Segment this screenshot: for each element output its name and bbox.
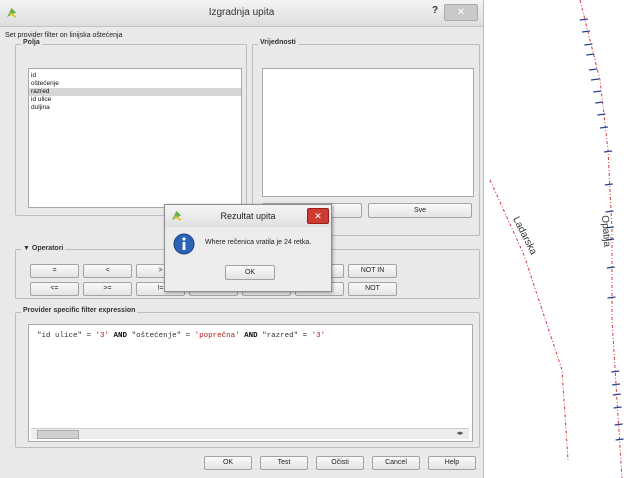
damage-marker xyxy=(584,43,593,46)
filter-caption: Set provider filter on linijska oštećenj… xyxy=(5,32,123,39)
popup-close-button[interactable]: ✕ xyxy=(307,208,329,224)
fields-list[interactable]: id oštećenje razred id ulice duljina xyxy=(28,68,242,208)
operator-button[interactable]: NOT IN xyxy=(348,264,397,278)
horizontal-scrollbar[interactable]: ◂▸ xyxy=(31,428,469,439)
field-item[interactable]: oštećenje xyxy=(29,80,241,88)
expression-group-label: Provider specific filter expression xyxy=(21,307,138,314)
dialog-title: Izgradnja upita xyxy=(208,7,275,18)
damage-marker xyxy=(605,210,614,213)
street-label-opatija: Opatija xyxy=(599,215,613,248)
road-line-ladarska xyxy=(489,179,569,461)
damage-marker xyxy=(588,68,598,71)
damage-marker xyxy=(607,296,616,299)
expression-text: "id ulice" = '3' AND "oštećenje" = 'popr… xyxy=(37,332,325,340)
help-button[interactable]: ? xyxy=(428,5,442,19)
all-button[interactable]: Sve xyxy=(368,203,472,218)
operators-group-label: ▼ Operatori xyxy=(21,245,66,252)
expression-token: "id ulice" xyxy=(37,332,83,340)
expression-editor[interactable]: "id ulice" = '3' AND "oštećenje" = 'popr… xyxy=(28,324,473,442)
operator-button[interactable]: NOT xyxy=(348,282,397,296)
damage-marker xyxy=(611,370,620,373)
operator-button[interactable]: < xyxy=(83,264,132,278)
collapse-arrow-icon[interactable]: ▼ xyxy=(23,245,32,252)
damage-marker xyxy=(586,53,595,56)
dialog-button-ok[interactable]: OK xyxy=(204,456,252,470)
field-item[interactable]: razred xyxy=(29,88,241,96)
damage-marker xyxy=(593,90,602,93)
damage-marker xyxy=(612,393,621,396)
popup-title-bar[interactable]: Rezultat upita ✕ xyxy=(165,205,331,227)
damage-marker xyxy=(612,383,621,386)
damage-marker xyxy=(615,438,624,441)
scroll-arrows-icon[interactable]: ◂▸ xyxy=(452,429,468,438)
operator-button[interactable]: <= xyxy=(30,282,79,296)
query-result-popup: Rezultat upita ✕ Where rečenica vratila … xyxy=(164,204,332,292)
damage-marker xyxy=(613,406,622,409)
expression-token: 'poprečna' xyxy=(194,332,240,340)
expression-token: = xyxy=(82,332,96,340)
close-button[interactable]: ✕ xyxy=(444,4,478,21)
expression-token: "razred" xyxy=(262,332,299,340)
damage-marker xyxy=(581,30,591,33)
dialog-button-test[interactable]: Test xyxy=(260,456,308,470)
damage-marker xyxy=(603,150,613,153)
field-item[interactable]: duljina xyxy=(29,104,241,112)
damage-marker xyxy=(614,423,623,426)
popup-ok-button[interactable]: OK xyxy=(225,265,275,280)
expression-token: "oštećenje" xyxy=(131,332,182,340)
damage-marker xyxy=(595,101,604,104)
popup-message: Where rečenica vratila je 24 retka. xyxy=(205,239,312,246)
operator-button[interactable]: >= xyxy=(83,282,132,296)
damage-marker xyxy=(599,126,608,129)
damage-marker xyxy=(590,78,600,81)
scrollbar-thumb[interactable] xyxy=(37,430,79,439)
damage-marker xyxy=(579,18,588,21)
expression-token: '3' xyxy=(95,332,110,340)
expression-token: AND xyxy=(239,332,263,340)
values-group-label: Vrijednosti xyxy=(258,39,298,46)
values-list[interactable] xyxy=(262,68,474,197)
title-bar[interactable]: Izgradnja upita ? ✕ xyxy=(0,0,483,27)
damage-marker xyxy=(604,183,613,186)
operator-button[interactable]: = xyxy=(30,264,79,278)
field-item[interactable]: id ulice xyxy=(29,96,241,104)
fields-group-label: Polja xyxy=(21,39,42,46)
dialog-button-help[interactable]: Help xyxy=(428,456,476,470)
expression-token: '3' xyxy=(311,332,326,340)
dialog-button-cancel[interactable]: Cancel xyxy=(372,456,420,470)
damage-marker xyxy=(606,266,615,269)
expression-token: AND xyxy=(109,332,132,340)
info-icon xyxy=(173,233,195,255)
expression-token: = xyxy=(298,332,312,340)
operators-label: Operatori xyxy=(31,245,64,252)
field-item[interactable]: id xyxy=(29,72,241,80)
expression-token: = xyxy=(181,332,195,340)
dialog-button-očisti[interactable]: Očisti xyxy=(316,456,364,470)
